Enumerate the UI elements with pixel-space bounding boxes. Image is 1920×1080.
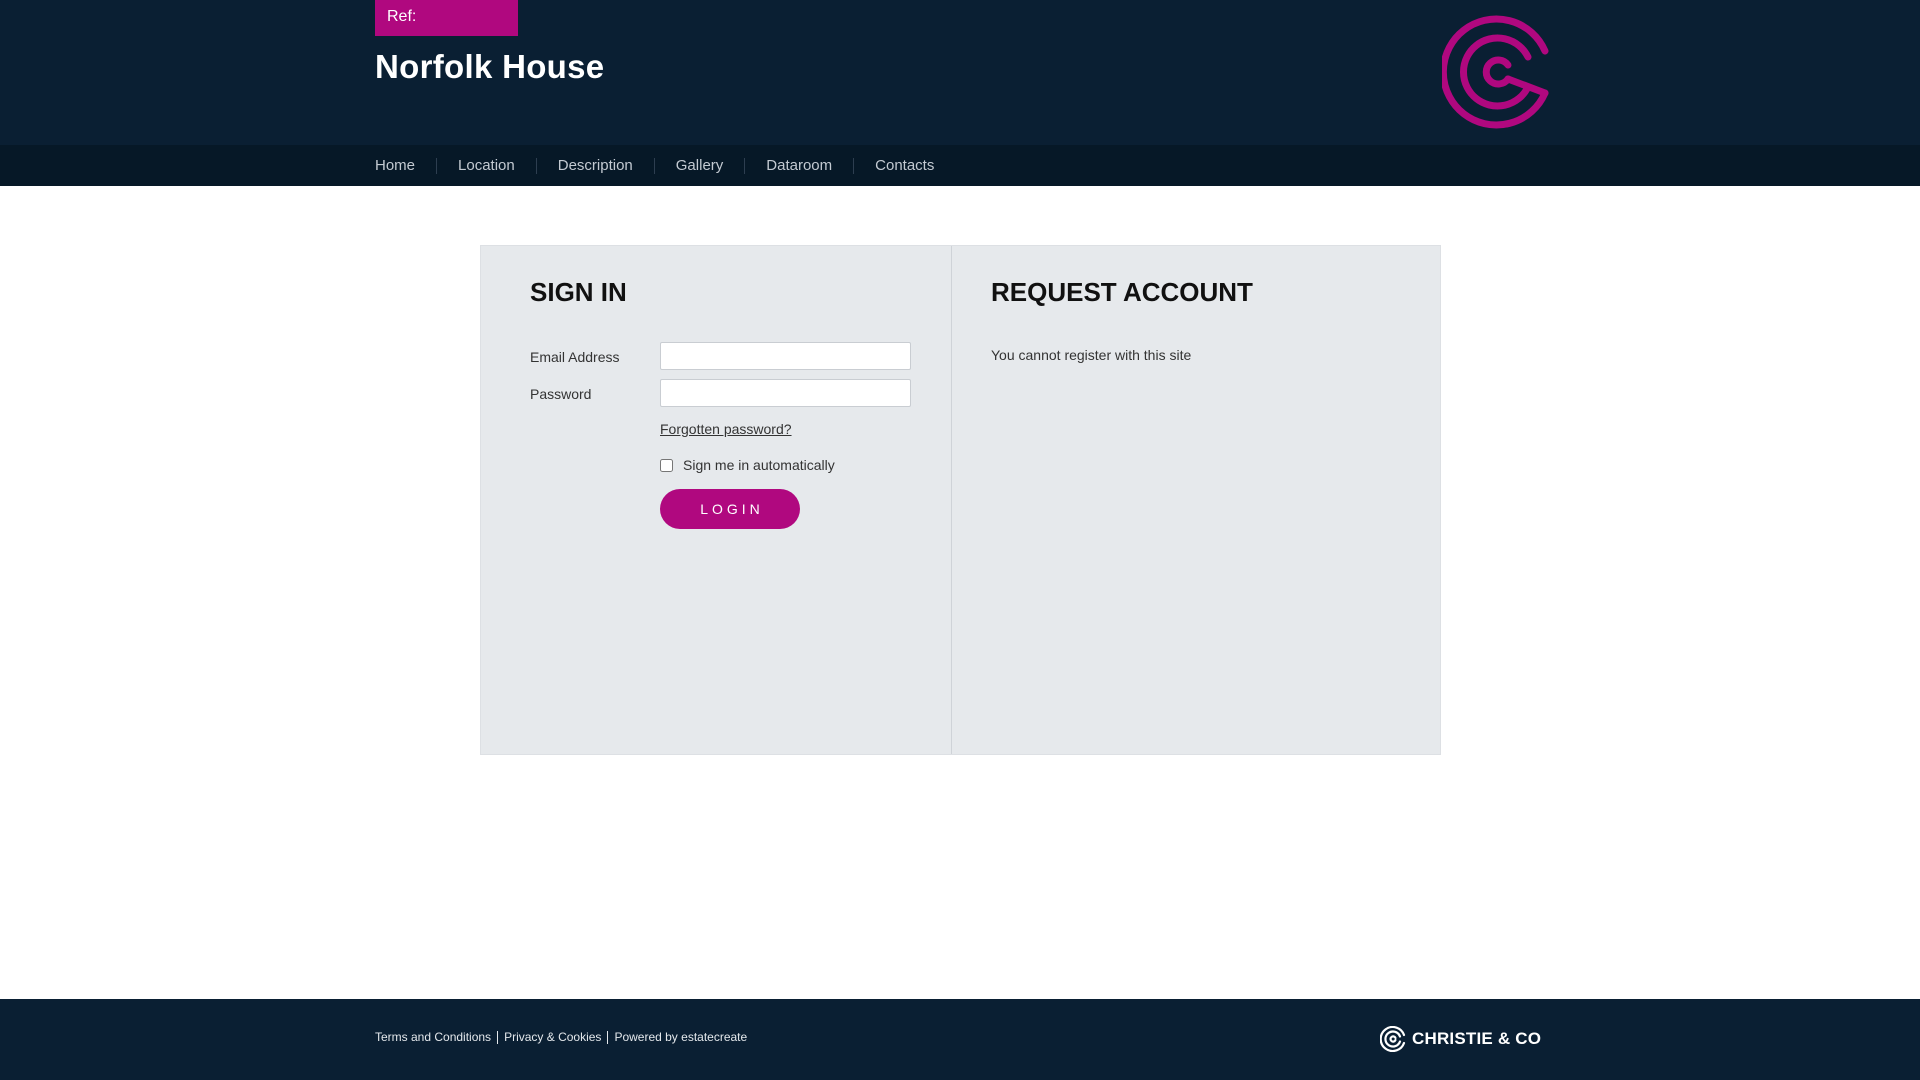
site-header: Ref: Norfolk House xyxy=(0,0,1920,145)
ref-badge: Ref: xyxy=(375,0,518,36)
password-label: Password xyxy=(530,386,592,402)
forgot-password-link[interactable]: Forgotten password? xyxy=(660,421,792,437)
nav-item-location[interactable]: Location xyxy=(436,157,536,174)
footer-link-powered-by[interactable]: Powered by estatecreate xyxy=(607,1031,753,1044)
main-nav: Home Location Description Gallery Dataro… xyxy=(0,145,1920,186)
christie-c-logo-icon[interactable] xyxy=(1442,12,1552,132)
auth-panels: SIGN IN Email Address Password Forgotten… xyxy=(480,245,1441,755)
nav-item-contacts[interactable]: Contacts xyxy=(853,157,955,174)
footer-brand[interactable]: CHRISTIE & CO xyxy=(1380,1025,1541,1053)
email-label: Email Address xyxy=(530,349,620,365)
nav-list: Home Location Description Gallery Dataro… xyxy=(375,145,955,186)
nav-item-home[interactable]: Home xyxy=(375,157,436,174)
request-account-message: You cannot register with this site xyxy=(991,347,1192,363)
remember-me-label: Sign me in automatically xyxy=(683,457,835,473)
password-field[interactable] xyxy=(660,379,911,407)
remember-me-checkbox[interactable] xyxy=(660,459,673,472)
nav-item-description[interactable]: Description xyxy=(535,157,654,174)
nav-item-gallery[interactable]: Gallery xyxy=(653,157,745,174)
nav-item-dataroom[interactable]: Dataroom xyxy=(744,157,853,174)
signin-title: SIGN IN xyxy=(530,277,627,307)
site-title: Norfolk House xyxy=(375,48,605,85)
footer-brand-text: CHRISTIE & CO xyxy=(1412,1029,1542,1048)
page: Ref: Norfolk House Home Location Descrip… xyxy=(0,0,1920,1080)
email-field[interactable] xyxy=(660,342,911,370)
ref-label: Ref: xyxy=(387,8,417,25)
login-button[interactable]: LOGIN xyxy=(660,489,800,529)
footer-link-terms[interactable]: Terms and Conditions xyxy=(375,1031,497,1044)
footer-link-privacy[interactable]: Privacy & Cookies xyxy=(497,1031,607,1044)
panel-divider xyxy=(951,246,952,754)
request-account-title: REQUEST ACCOUNT xyxy=(991,277,1253,307)
site-footer: Terms and Conditions Privacy & Cookies P… xyxy=(0,999,1920,1080)
christie-c-small-icon xyxy=(1380,1026,1406,1052)
footer-links: Terms and Conditions Privacy & Cookies P… xyxy=(375,1031,753,1044)
